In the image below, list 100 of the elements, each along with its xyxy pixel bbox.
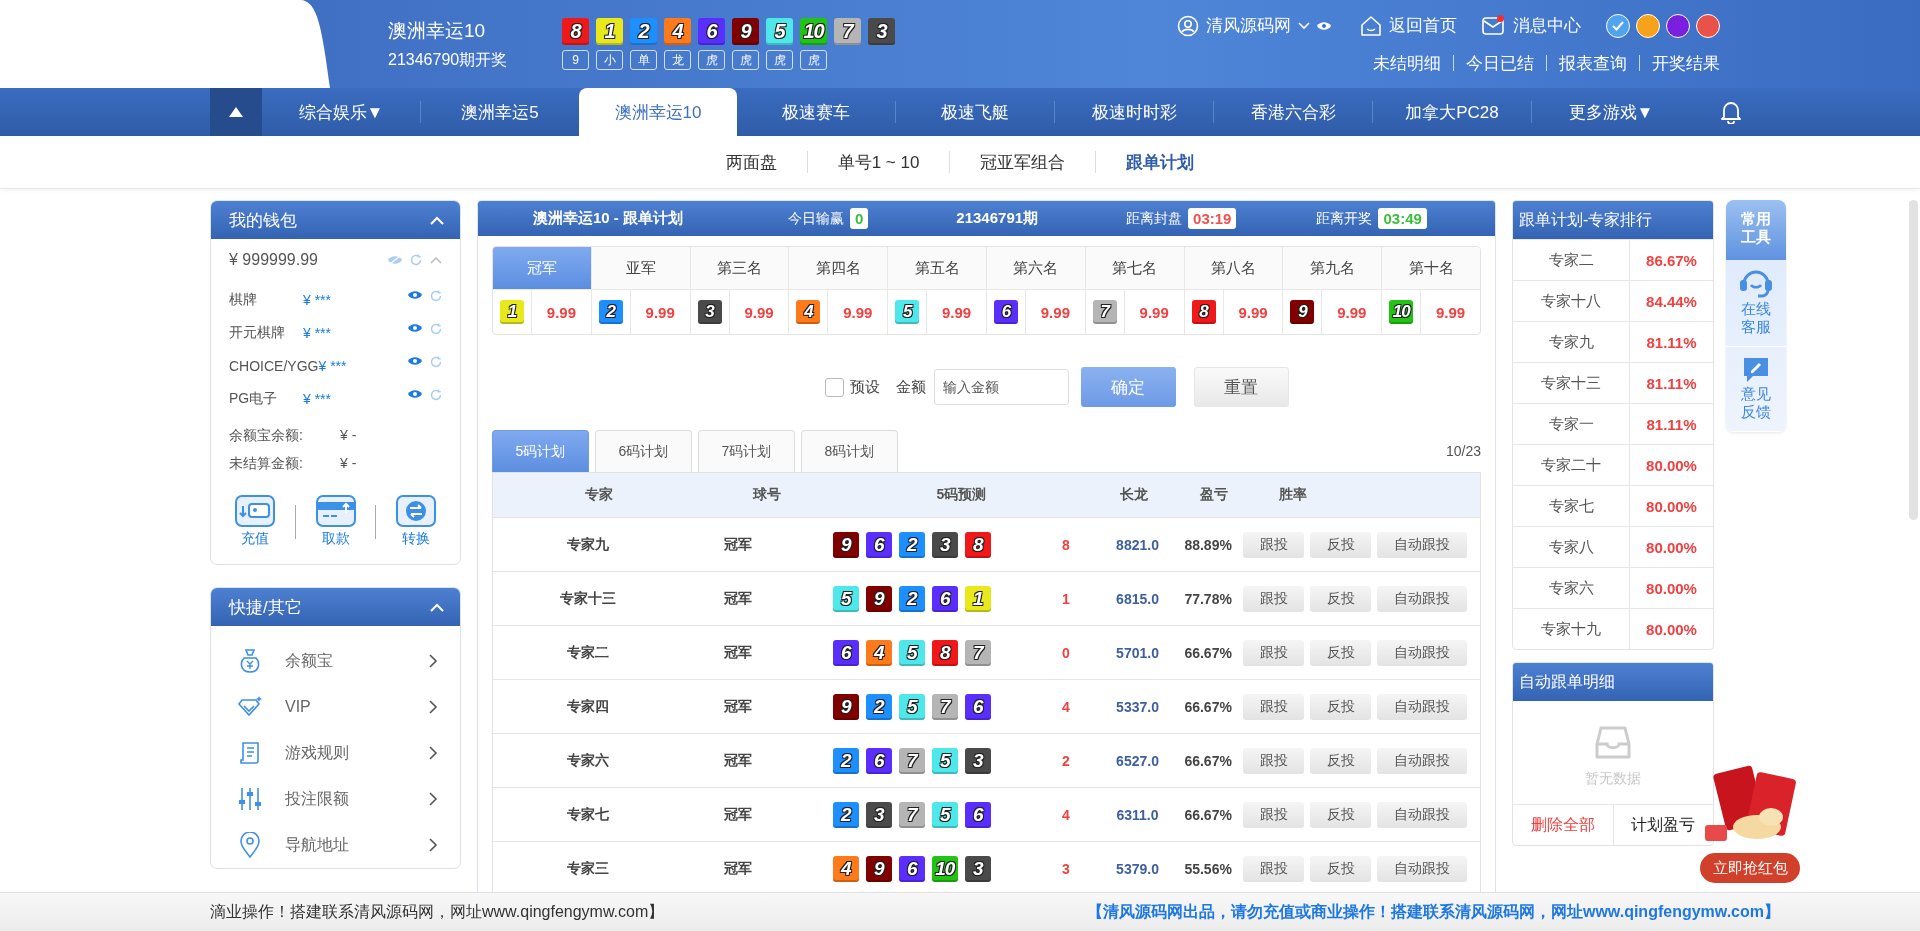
follow-button[interactable]: 跟投 [1243, 639, 1304, 666]
user-menu[interactable]: 清风源码网 [1206, 14, 1291, 37]
odds-value[interactable]: 9.99 [1223, 303, 1283, 321]
follow-button[interactable]: 自动跟投 [1377, 693, 1467, 720]
bell-icon[interactable] [1720, 100, 1742, 124]
follow-button[interactable]: 自动跟投 [1377, 747, 1467, 774]
follow-button[interactable]: 跟投 [1243, 747, 1304, 774]
nav-tab[interactable]: 澳洲幸运5 [421, 88, 579, 136]
shortcut-item[interactable]: 游戏规则 [211, 730, 460, 776]
win-rate-cell-text: 77.78% [1183, 590, 1233, 607]
odds-value[interactable]: 9.99 [729, 303, 789, 321]
preset-checkbox[interactable]: 预设 [824, 377, 880, 397]
plan-profit-button[interactable]: 计划盈亏 [1613, 805, 1713, 845]
account-name: CHOICE/YGG [229, 357, 319, 374]
position-tab[interactable]: 第七名 [1085, 247, 1184, 290]
account-name: 开元棋牌 [229, 323, 286, 342]
odds-value[interactable]: 9.99 [1421, 303, 1480, 321]
position-tab[interactable]: 第十名 [1382, 247, 1480, 290]
follow-button[interactable]: 跟投 [1243, 855, 1304, 882]
nav-tab[interactable]: 香港六合彩 [1214, 88, 1372, 136]
sub-tab[interactable]: 冠亚军组合 [950, 150, 1096, 174]
eye-icon[interactable] [1317, 20, 1331, 31]
odds-value[interactable]: 9.99 [1124, 303, 1184, 321]
theme-swatch[interactable] [1636, 13, 1660, 38]
tool-link[interactable]: 意见反馈 [1726, 347, 1786, 432]
theme-swatch[interactable] [1696, 13, 1720, 38]
chevron-right-icon [429, 838, 438, 852]
follow-button[interactable]: 自动跟投 [1377, 585, 1467, 612]
shortcut-item[interactable]: 导航地址 [211, 822, 460, 868]
amount-field[interactable]: 输入金额 [933, 369, 1069, 405]
header-link[interactable]: 开奖结果 [1652, 51, 1720, 75]
odds-value[interactable]: 9.99 [630, 303, 690, 321]
nav-tab[interactable]: 极速飞艇 [896, 88, 1054, 136]
nav-tab[interactable]: 极速赛车 [737, 88, 895, 136]
eye-icon[interactable] [408, 322, 422, 333]
shortcut-item[interactable]: VIP [211, 684, 460, 730]
position-tab[interactable]: 第三名 [690, 247, 789, 290]
nav-tab[interactable]: 极速时时彩 [1055, 88, 1213, 136]
sub-tab[interactable]: 单号1 ~ 10 [807, 150, 950, 174]
plan-tab[interactable]: 7码计划 [698, 430, 795, 472]
header-link[interactable]: 报表查询 [1559, 51, 1627, 75]
nav-tab[interactable]: 更多游戏▼ [1532, 88, 1690, 136]
sub-tab[interactable]: 跟单计划 [1096, 150, 1225, 174]
account-name: PG电子 [229, 389, 279, 408]
shortcut-item[interactable]: 余额宝 [211, 638, 460, 684]
position-tab[interactable]: 第四名 [789, 247, 888, 290]
odds-value[interactable]: 9.99 [532, 303, 591, 321]
odds-value[interactable]: 9.99 [1322, 303, 1382, 321]
follow-button[interactable]: 反投 [1310, 693, 1371, 720]
collapse-button[interactable] [210, 88, 262, 136]
eye-icon[interactable] [408, 355, 422, 366]
odds-value[interactable]: 9.99 [927, 303, 986, 321]
follow-button[interactable]: 反投 [1310, 855, 1371, 882]
nav-tab[interactable]: 澳洲幸运10 [579, 88, 737, 136]
follow-button[interactable]: 反投 [1310, 747, 1371, 774]
home-link[interactable]: 返回首页 [1389, 14, 1457, 37]
expert-name: 专家十三 [558, 589, 617, 608]
follow-button[interactable]: 反投 [1310, 639, 1371, 666]
nav-tab[interactable]: 加拿大PC28 [1373, 88, 1531, 136]
eye-icon[interactable] [408, 289, 422, 300]
follow-button[interactable]: 跟投 [1243, 531, 1304, 558]
odds-value[interactable]: 9.99 [828, 303, 888, 321]
position-tab[interactable]: 第六名 [987, 247, 1085, 290]
follow-button[interactable]: 跟投 [1243, 693, 1304, 720]
follow-button[interactable]: 跟投 [1243, 801, 1304, 828]
follow-button[interactable]: 自动跟投 [1377, 531, 1467, 558]
shortcut-item[interactable]: 投注限额 [211, 776, 460, 822]
expert-name: 专家七 [565, 805, 610, 824]
follow-button[interactable]: 反投 [1310, 801, 1371, 828]
messages-link[interactable]: 消息中心 [1513, 14, 1581, 37]
account-balance: ¥ *** [303, 291, 332, 308]
position-tab[interactable]: 第五名 [888, 247, 986, 290]
position-tab[interactable]: 亚军 [591, 247, 690, 290]
panel-title: 自动跟单明细 [1513, 663, 1713, 701]
position-cell-text: 冠军 [722, 589, 753, 608]
follow-button[interactable]: 自动跟投 [1377, 801, 1467, 828]
position-tab[interactable]: 第八名 [1184, 247, 1283, 290]
eye-icon[interactable] [408, 388, 422, 399]
follow-button[interactable]: 跟投 [1243, 585, 1304, 612]
theme-swatch[interactable] [1666, 13, 1690, 38]
header-link[interactable]: 今日已结 [1466, 51, 1534, 75]
plan-tab[interactable]: 6码计划 [595, 430, 692, 472]
follow-button[interactable]: 自动跟投 [1377, 855, 1467, 882]
follow-button[interactable]: 反投 [1310, 531, 1371, 558]
sub-tab[interactable]: 两面盘 [695, 150, 807, 174]
header-link[interactable]: 未结明细 [1373, 51, 1441, 75]
follow-button[interactable]: 自动跟投 [1377, 639, 1467, 666]
balance-value: ¥ - [340, 427, 357, 445]
nav-tab[interactable]: 综合娱乐▼ [262, 88, 420, 136]
odds-value[interactable]: 9.99 [1026, 303, 1085, 321]
gift-button[interactable]: 立即抢红包 [1700, 853, 1800, 883]
position-tab[interactable]: 第九名 [1283, 247, 1382, 290]
win-rate-cell-text: 66.67% [1183, 698, 1233, 715]
delete-all-button[interactable]: 删除全部 [1513, 805, 1614, 845]
follow-button[interactable]: 反投 [1310, 585, 1371, 612]
tool-link[interactable]: 在线客服 [1726, 260, 1786, 347]
close-label: 距离封盘 [1126, 209, 1183, 228]
reset-button[interactable]: 重置 [1193, 367, 1289, 407]
plan-tab[interactable]: 8码计划 [801, 430, 898, 472]
theme-swatch[interactable] [1606, 13, 1630, 38]
